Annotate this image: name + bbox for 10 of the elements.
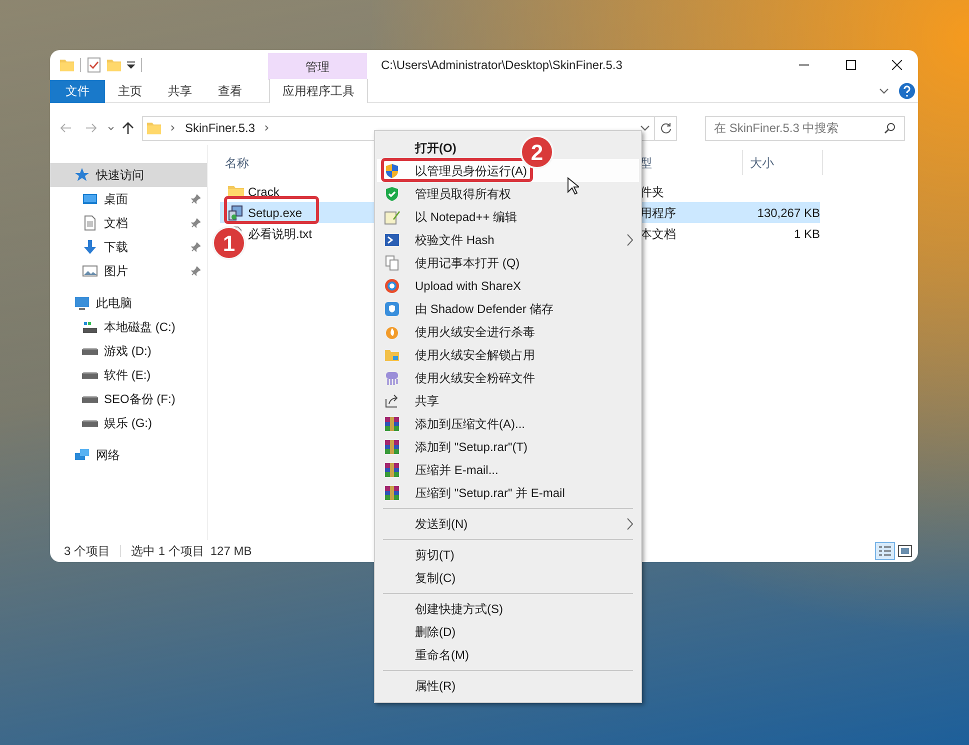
status-text: 选中 1 个项目 bbox=[131, 543, 204, 560]
file-name: Crack bbox=[248, 184, 280, 200]
file-size: 130,267 KB bbox=[757, 206, 820, 220]
file-name: 必看说明.txt bbox=[248, 226, 312, 242]
status-text: 3 个项目 bbox=[64, 543, 110, 560]
file-name: Setup.exe bbox=[248, 204, 302, 222]
status-text: 127 MB bbox=[210, 543, 252, 560]
file-size: 1 KB bbox=[794, 226, 820, 240]
window-title: C:\Users\Administrator\Desktop\SkinFiner.5.3 bbox=[381, 57, 624, 74]
contextual-tab-header: 管理 bbox=[268, 53, 367, 80]
